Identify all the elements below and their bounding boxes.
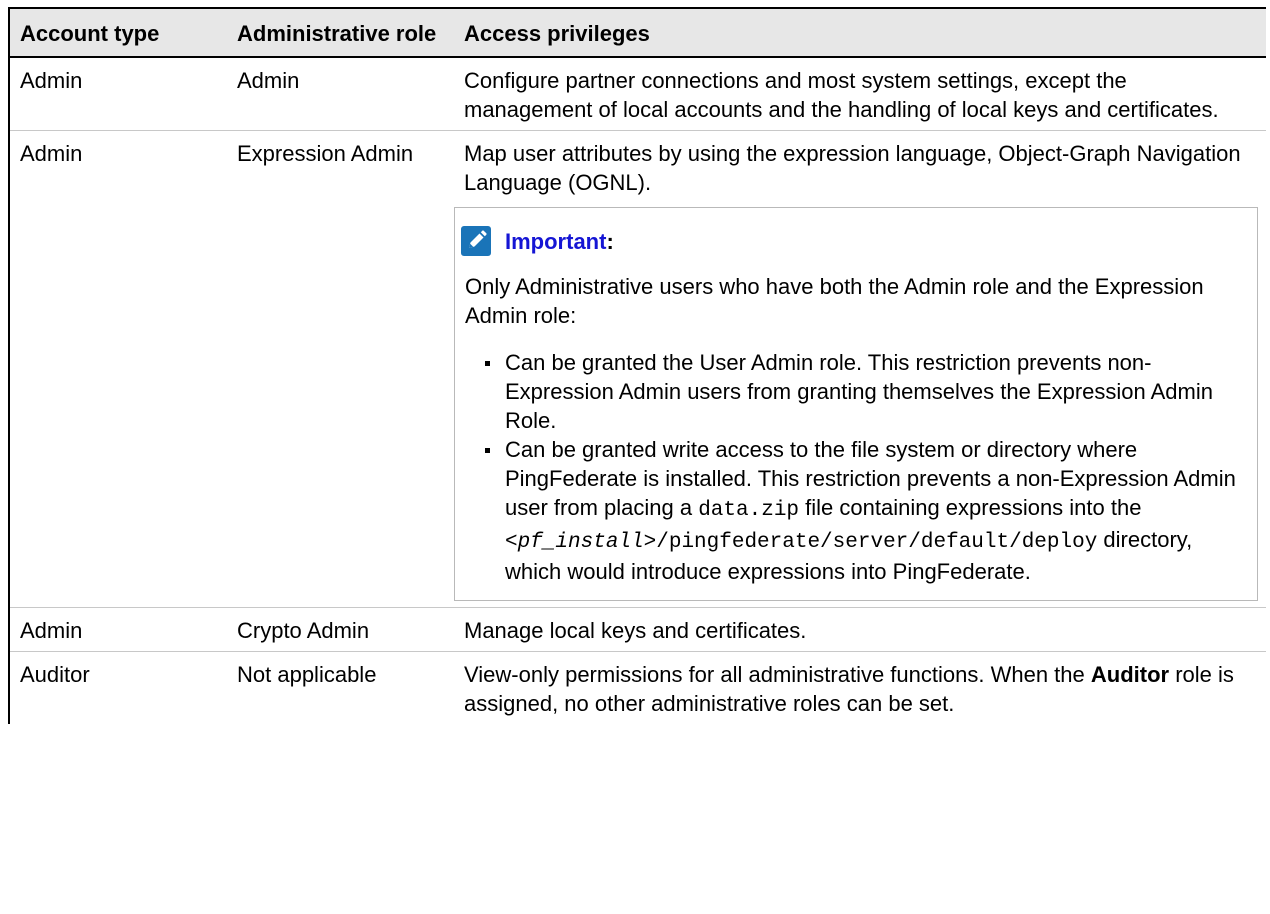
cell-account-type: Admin: [8, 607, 227, 652]
cell-privileges: Manage local keys and certificates.: [454, 607, 1266, 652]
privileges-text: Map user attributes by using the express…: [464, 141, 1241, 195]
code-placeholder: <pf_install>: [505, 531, 657, 554]
code-path: /pingfederate/server/default/deploy: [656, 531, 1098, 554]
list-item: Can be granted the User Admin role. This…: [485, 348, 1249, 435]
cell-privileges: Map user attributes by using the express…: [454, 130, 1266, 608]
code-filename: data.zip: [698, 499, 800, 522]
note-label-link[interactable]: Important: [505, 227, 606, 256]
table-row: Admin Admin Configure partner connection…: [8, 57, 1266, 131]
note-list: Can be granted the User Admin role. This…: [465, 348, 1249, 586]
cell-privileges: View-only permissions for all administra…: [454, 652, 1266, 725]
table-row: Auditor Not applicable View-only permiss…: [8, 651, 1266, 725]
auditor-role-name: Auditor: [1090, 662, 1170, 687]
note-title: Important:: [461, 226, 1249, 256]
pencil-edit-icon: [461, 226, 491, 256]
cell-account-type: Admin: [8, 57, 227, 131]
cell-account-type: Auditor: [8, 651, 227, 724]
cell-account-type: Admin: [8, 130, 227, 608]
table-row: Admin Crypto Admin Manage local keys and…: [8, 607, 1266, 652]
table-header-row: Account type Administrative role Access …: [8, 7, 1266, 58]
cell-role: Expression Admin: [227, 130, 454, 608]
header-access-privileges: Access privileges: [454, 7, 1266, 58]
privileges-text: View-only permissions for all administra…: [464, 662, 1091, 687]
note-colon: :: [606, 228, 614, 254]
important-note: Important: Only Administrative users who…: [454, 207, 1258, 601]
roles-table: Account type Administrative role Access …: [8, 7, 1266, 724]
note-body: Only Administrative users who have both …: [465, 274, 1204, 328]
cell-role: Crypto Admin: [227, 607, 454, 652]
header-account-type: Account type: [8, 7, 227, 58]
table-row: Admin Expression Admin Map user attribut…: [8, 130, 1266, 608]
cell-role: Admin: [227, 57, 454, 131]
roles-table-container: Account type Administrative role Access …: [8, 7, 1270, 724]
cell-privileges: Configure partner connections and most s…: [454, 57, 1266, 131]
list-item: Can be granted write access to the file …: [485, 435, 1249, 586]
cell-role: Not applicable: [237, 662, 377, 687]
list-item-text: file containing expressions into the: [799, 495, 1142, 520]
header-administrative-role: Administrative role: [227, 7, 454, 58]
